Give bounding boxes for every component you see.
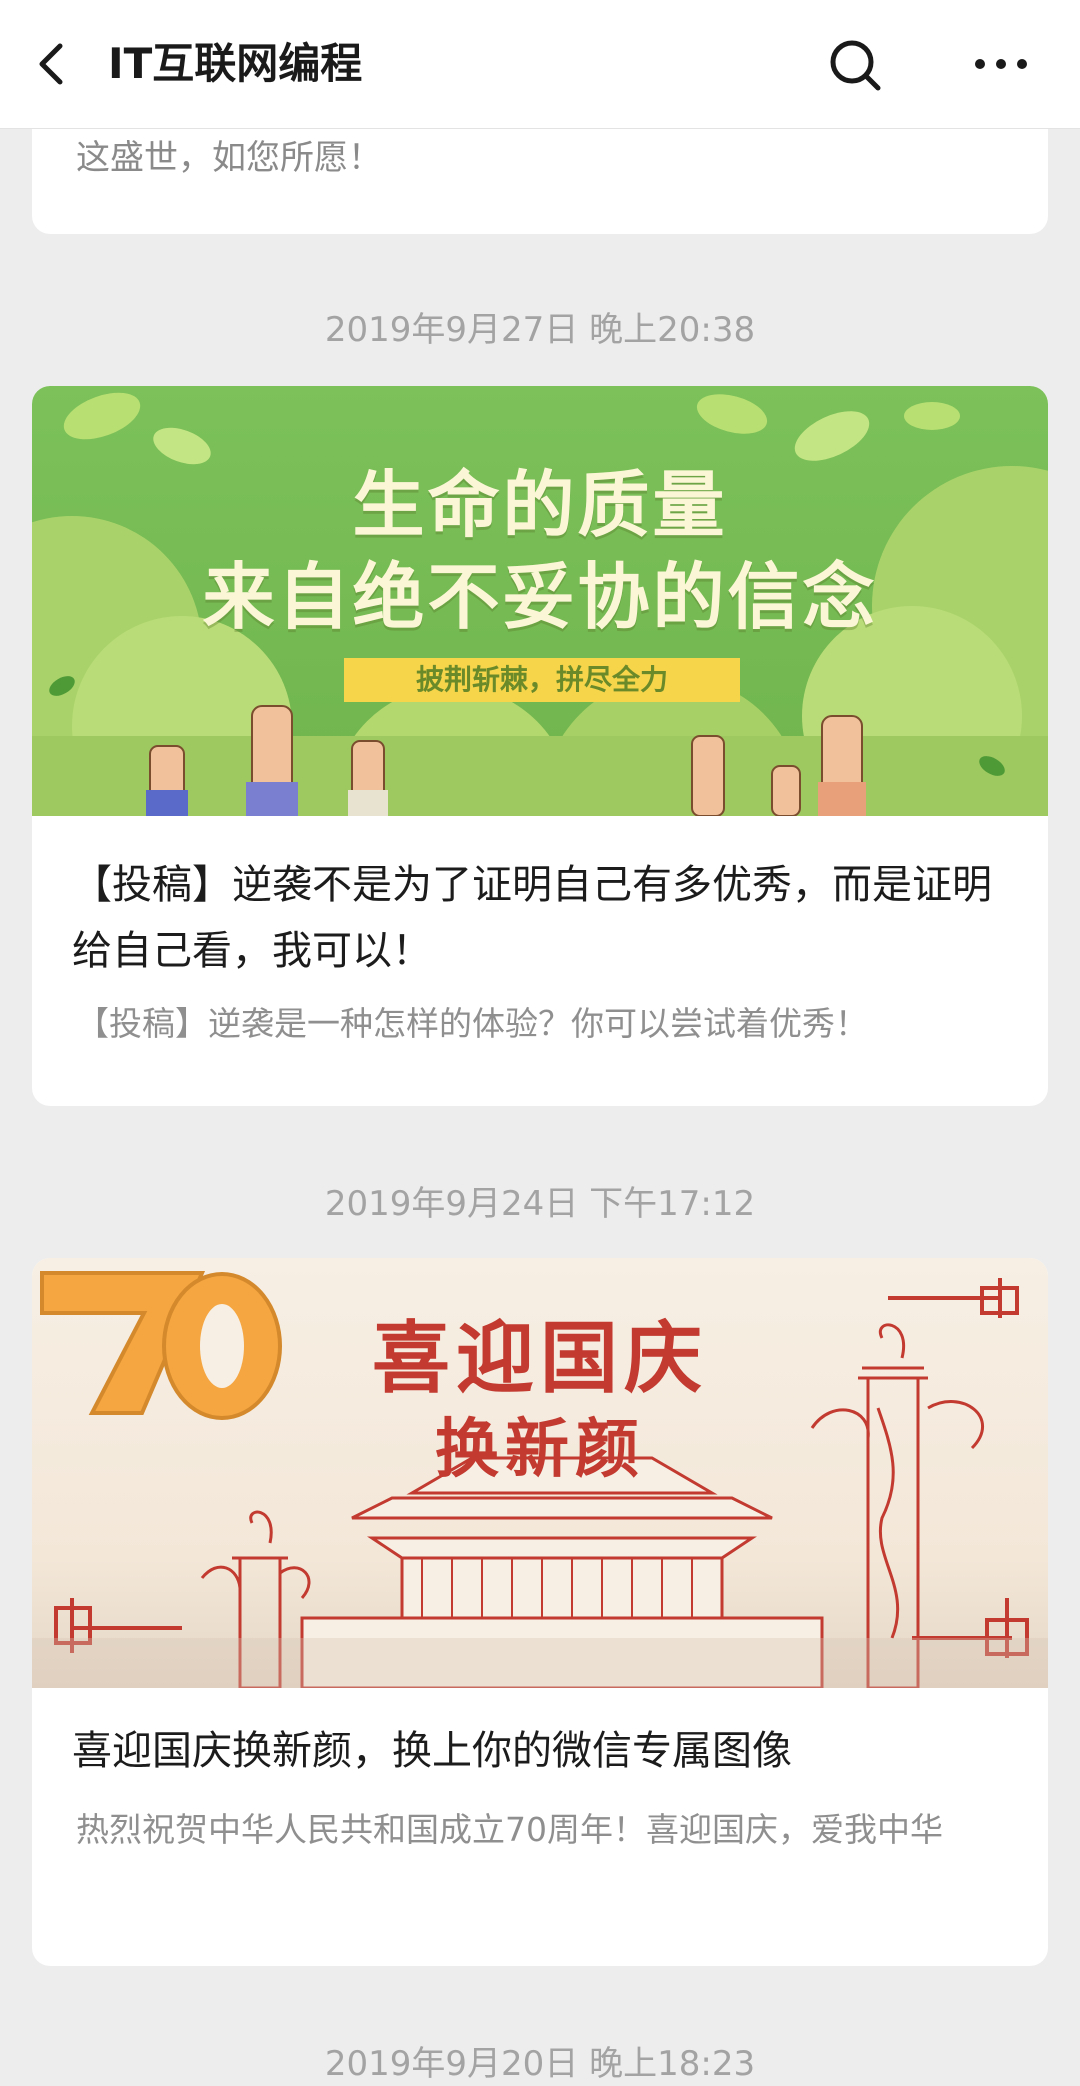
article-time: 2019年9月24日 下午17:12 bbox=[324, 1184, 756, 1224]
cover-tagline: 披荆斩棘，拼尽全力 bbox=[344, 658, 740, 702]
article-card[interactable]: 生命的质量 来自绝不妥协的信念 披荆斩棘，拼尽全力 【投稿】逆袭不是为了证明自己… bbox=[32, 386, 1048, 1106]
article-summary: 【投稿】逆袭是一种怎样的体验？你可以尝试着优秀！ bbox=[76, 1004, 868, 1043]
back-button[interactable] bbox=[30, 30, 90, 98]
search-icon bbox=[830, 40, 881, 91]
article-time: 2019年9月20日 晚上18:23 bbox=[324, 2044, 756, 2084]
previous-article-summary: 这盛世，如您所愿！ bbox=[76, 138, 382, 178]
cover-headline-line2: 换新颜 bbox=[435, 1412, 645, 1487]
cover-headline-line2: 来自绝不妥协的信念 bbox=[202, 555, 878, 639]
article-cover-image: 喜迎国庆 换新颜 bbox=[32, 1258, 1048, 1690]
article-summary: 热烈祝贺中华人民共和国成立70周年！喜迎国庆，爱我中华 bbox=[76, 1810, 943, 1849]
more-icon bbox=[975, 59, 1027, 69]
more-button[interactable] bbox=[966, 30, 1036, 98]
back-arrow-icon bbox=[39, 43, 63, 85]
article-title: 【投稿】逆袭不是为了证明自己有多优秀，而是证明给自己看，我可以！ bbox=[72, 862, 992, 974]
article-time: 2019年9月27日 晚上20:38 bbox=[324, 310, 756, 350]
article-title: 喜迎国庆换新颜，换上你的微信专属图像 bbox=[72, 1728, 792, 1774]
search-button[interactable] bbox=[820, 30, 890, 98]
cover-headline-line1: 生命的质量 bbox=[352, 463, 728, 547]
article-cover-image: 生命的质量 来自绝不妥协的信念 披荆斩棘，拼尽全力 bbox=[32, 386, 1048, 936]
article-card[interactable]: 喜迎国庆 换新颜 喜迎国庆换新颜，换上你的微信专属图像 热烈祝贺中华人民共和国成… bbox=[32, 1258, 1048, 1966]
page-title: IT互联网编程 bbox=[108, 39, 363, 88]
top-bar: IT互联网编程 bbox=[0, 0, 1080, 128]
cover-headline-line1: 喜迎国庆 bbox=[371, 1313, 708, 1404]
